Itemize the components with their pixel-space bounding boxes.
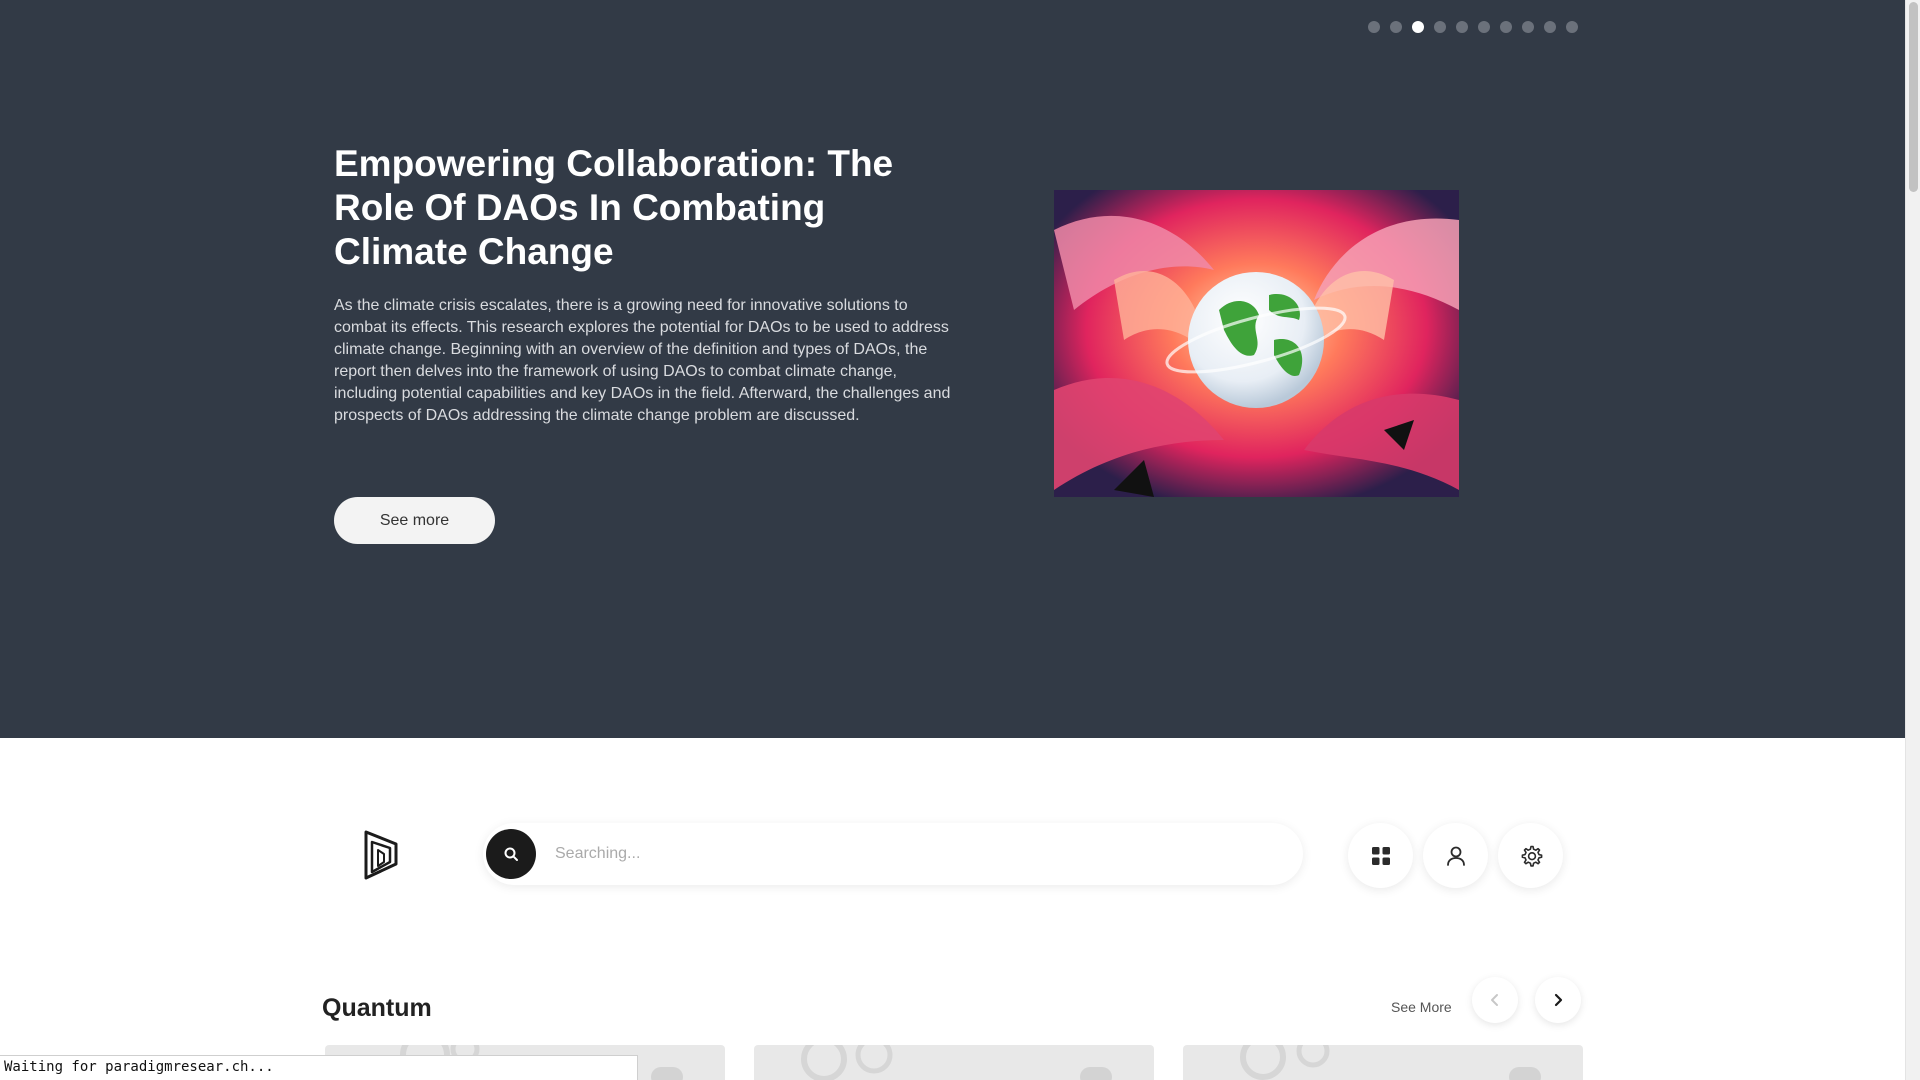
previous-button[interactable] [1472, 977, 1518, 1023]
see-more-button[interactable]: See more [334, 497, 495, 544]
carousel-dot[interactable] [1478, 21, 1490, 33]
card-badge [1080, 1067, 1112, 1080]
search-icon [504, 847, 518, 861]
card-badge [651, 1067, 683, 1080]
settings-button[interactable] [1498, 823, 1563, 888]
gear-icon [1521, 845, 1542, 867]
hero-title: Empowering Collaboration: The Role Of DA… [334, 143, 894, 272]
grid-icon [1371, 846, 1390, 865]
browser-status-bar: Waiting for paradigmresear.ch... [0, 1055, 638, 1080]
section-title: Quantum [322, 994, 432, 1022]
card-badge [1509, 1067, 1541, 1080]
hero-description: As the climate crisis escalates, there i… [334, 297, 951, 424]
carousel-dot[interactable] [1434, 21, 1446, 33]
chevron-right-icon [1554, 993, 1563, 1007]
carousel-dot[interactable] [1566, 21, 1578, 33]
chevron-left-icon [1491, 994, 1498, 1006]
user-icon [1446, 846, 1465, 866]
carousel-dot[interactable] [1390, 21, 1402, 33]
hands-globe-illustration-icon [1054, 190, 1459, 497]
carousel-dot[interactable] [1544, 21, 1556, 33]
search-button[interactable] [486, 829, 536, 879]
carousel-dot[interactable] [1456, 21, 1468, 33]
next-button[interactable] [1535, 977, 1581, 1023]
paradigm-logo-icon[interactable] [362, 828, 402, 882]
article-card[interactable] [754, 1045, 1154, 1080]
account-button[interactable] [1423, 823, 1488, 888]
carousel-dot[interactable] [1522, 21, 1534, 33]
see-more-link[interactable]: See More [1391, 999, 1452, 1015]
search-input[interactable] [555, 839, 1275, 869]
page: Empowering Collaboration: The Role Of DA… [0, 0, 1920, 1080]
search-bar [483, 823, 1303, 885]
carousel-dot[interactable] [1412, 21, 1424, 33]
page-scrollbar[interactable] [1905, 0, 1920, 1080]
carousel-dot[interactable] [1368, 21, 1380, 33]
apps-button[interactable] [1348, 823, 1413, 888]
carousel-dots [1368, 21, 1578, 33]
hero-image [1054, 190, 1459, 497]
article-card[interactable] [1183, 1045, 1583, 1080]
hero-carousel: Empowering Collaboration: The Role Of DA… [0, 0, 1905, 738]
scrollbar-thumb[interactable] [1909, 2, 1918, 192]
carousel-dot[interactable] [1500, 21, 1512, 33]
